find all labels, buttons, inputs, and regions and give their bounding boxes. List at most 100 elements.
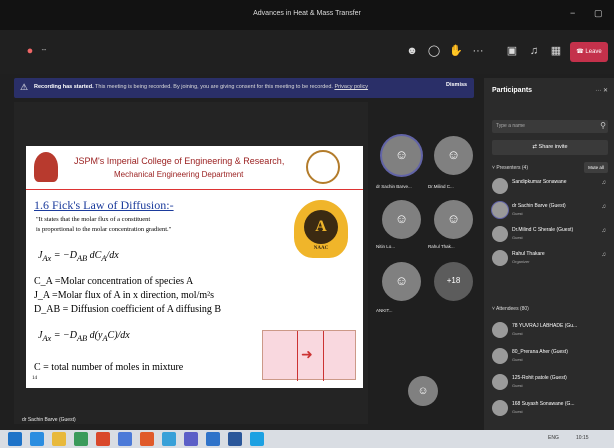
ja-definition: J_A =Molar flux of A in x direction, mol… <box>34 290 215 301</box>
reactions-icon[interactable]: ✋ <box>448 43 464 59</box>
participant-row[interactable]: Sandipkumar Sonawane ♫ <box>492 178 612 198</box>
college-seal-icon <box>306 150 340 184</box>
participant-role: Guest <box>512 331 523 336</box>
participant-row[interactable]: Rahul Thakare Organizer ♫ <box>492 250 612 270</box>
mic-icon: ♫ <box>601 180 607 186</box>
chevron-down-icon: ˅ <box>492 306 495 312</box>
tile-label: Nitin Lo... <box>376 244 396 249</box>
participant-row[interactable]: 168 Suyash Sonawane (G... Guest <box>492 400 612 420</box>
app-icon[interactable] <box>250 432 264 446</box>
app-icon[interactable] <box>140 432 154 446</box>
participant-name: 168 Suyash Sonawane (G... <box>512 401 575 407</box>
person-icon: ☺ <box>394 147 409 162</box>
participant-tile[interactable]: ☺ <box>434 200 473 239</box>
jspm-logo-icon <box>34 152 58 182</box>
people-icon[interactable]: ☻ <box>404 43 420 59</box>
participant-tile[interactable]: ☺ <box>434 136 473 175</box>
participant-row[interactable]: dr Sachin Barve (Guest) Guest ♫ <box>492 202 612 222</box>
avatar <box>492 226 508 242</box>
app-icon[interactable] <box>206 432 220 446</box>
warning-icon: ⚠ <box>20 82 29 92</box>
person-icon: ☺ <box>446 147 461 162</box>
participant-name: 125-Rohit patole (Guest) <box>512 375 567 381</box>
teams-icon[interactable] <box>184 432 198 446</box>
tile-label: ANKIT... <box>376 308 393 313</box>
close-icon[interactable]: ✕ <box>603 88 608 94</box>
slide-header: JSPM's Imperial College of Engineering &… <box>26 146 363 190</box>
mic-icon: ♫ <box>601 252 607 258</box>
mute-all-button[interactable]: Mute all <box>584 162 608 173</box>
camera-icon[interactable]: ▣ <box>504 43 520 59</box>
share-screen-icon[interactable]: ▦ <box>548 43 564 59</box>
privacy-policy-link[interactable]: Privacy policy <box>334 84 368 90</box>
more-participants-tile[interactable]: +18 <box>434 262 473 301</box>
title-bar: Advances in Heat & Mass Transfer − ▢ <box>0 0 614 30</box>
tile-label: dr Sachin Barve... <box>376 184 412 189</box>
flux-arrow-icon: ➜ <box>301 348 313 363</box>
participant-name: Sandipkumar Sonawane <box>512 179 567 185</box>
panel-controls: ··· ✕ <box>595 87 608 94</box>
share-invite-button[interactable]: ⇄ Share invite <box>492 140 608 155</box>
app-icon[interactable] <box>118 432 132 446</box>
participant-tile[interactable]: ☺ <box>382 136 421 175</box>
leave-label: Leave <box>585 49 602 55</box>
avatar <box>492 374 508 390</box>
presenters-header[interactable]: ˅ Presenters (4) <box>492 165 528 171</box>
person-icon: ☺ <box>446 211 461 226</box>
avatar <box>492 250 508 266</box>
mic-icon: ♫ <box>601 228 607 234</box>
slide-page-number: 14 <box>32 376 37 381</box>
participant-role: Guest <box>512 211 523 216</box>
person-icon: ☺ <box>394 211 409 226</box>
meeting-toolbar: ● -- ☻ ◯ ✋ ··· ▣ ♫ ▦ ☎ Leave <box>0 30 614 74</box>
participants-panel: Participants ··· ✕ Type a name ⚲ ⇄ Share… <box>484 78 614 430</box>
dismiss-button[interactable]: Dismiss <box>446 82 467 88</box>
self-view-tile[interactable]: ☺ <box>408 376 438 406</box>
avatar <box>492 322 508 338</box>
panel-title: Participants <box>492 87 533 94</box>
app-icon[interactable] <box>96 432 110 446</box>
app-icon[interactable] <box>74 432 88 446</box>
start-icon[interactable] <box>8 432 22 446</box>
participant-name: 78 YUVRAJ LABHADE (Gu... <box>512 323 578 329</box>
college-name: JSPM's Imperial College of Engineering &… <box>74 156 285 166</box>
app-icon[interactable] <box>162 432 176 446</box>
maximize-button[interactable]: ▢ <box>594 8 603 19</box>
word-icon[interactable] <box>228 432 242 446</box>
banner-bold: Recording has started. <box>34 84 94 90</box>
law-statement-line1: "It states that the molar flux of a cons… <box>36 216 151 223</box>
leave-button[interactable]: ☎ Leave <box>570 42 608 62</box>
participant-tile[interactable]: ☺ <box>382 200 421 239</box>
recording-banner: ⚠ Recording has started. This meeting is… <box>14 78 474 98</box>
meeting-timer: -- <box>41 47 47 54</box>
microphone-icon[interactable]: ♫ <box>526 43 542 59</box>
language-indicator[interactable]: ENG <box>548 435 559 441</box>
naac-label: NAAC <box>313 246 329 251</box>
participant-row[interactable]: 80_Prerana Aher (Guest) Guest <box>492 348 612 368</box>
slide-heading: 1.6 Fick's Law of Diffusion:- <box>34 198 174 212</box>
participant-row[interactable]: Dr.Milind C Sherale (Guest) Guest ♫ <box>492 226 612 246</box>
c-definition: C = total number of moles in mixture <box>34 362 184 373</box>
phone-icon: ☎ <box>576 49 584 55</box>
chat-icon[interactable]: ◯ <box>426 43 442 59</box>
clock[interactable]: 10:15 <box>576 435 589 441</box>
person-icon: ☺ <box>394 273 409 288</box>
participant-search-input[interactable]: Type a name ⚲ <box>492 120 608 133</box>
more-icon[interactable]: ··· <box>595 88 601 94</box>
participant-row[interactable]: 78 YUVRAJ LABHADE (Gu... Guest <box>492 322 612 342</box>
naac-badge-icon: A NAAC <box>294 200 348 258</box>
attendees-header[interactable]: ˅ Attendees (80) <box>492 306 529 312</box>
minimize-button[interactable]: − <box>570 8 575 18</box>
folder-icon[interactable] <box>52 432 66 446</box>
os-taskbar: ENG 10:15 <box>0 430 614 448</box>
participant-role: Guest <box>512 235 523 240</box>
participant-name: 80_Prerana Aher (Guest) <box>512 349 568 355</box>
participant-role: Guest <box>512 409 523 414</box>
browser-icon[interactable] <box>30 432 44 446</box>
ca-definition: C_A =Molar concentration of species A <box>34 276 194 287</box>
more-options-icon[interactable]: ··· <box>470 43 486 59</box>
dab-definition: D_AB = Diffusion coefficient of A diffus… <box>34 304 222 315</box>
law-statement-line2: is proportional to the molar concentrati… <box>36 226 172 233</box>
participant-tile[interactable]: ☺ <box>382 262 421 301</box>
participant-row[interactable]: 125-Rohit patole (Guest) Guest <box>492 374 612 394</box>
